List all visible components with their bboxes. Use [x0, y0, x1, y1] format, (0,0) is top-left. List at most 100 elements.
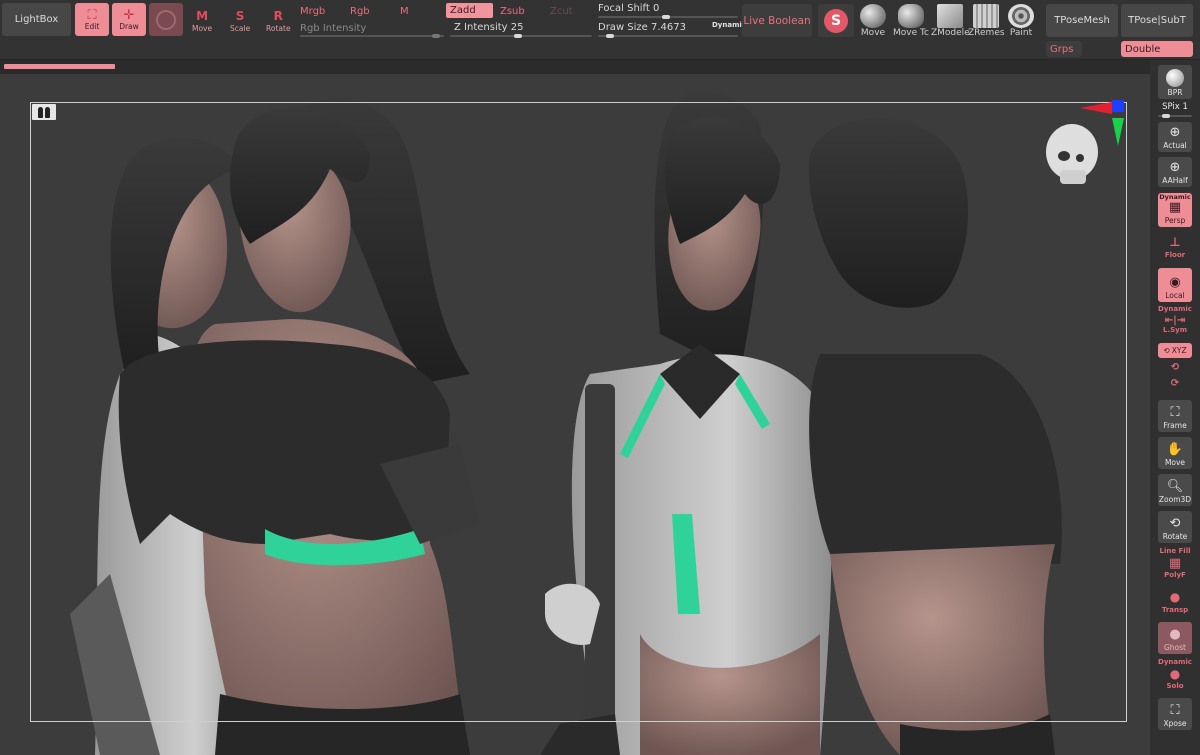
actual-button[interactable]: ⊕ Actual: [1158, 122, 1192, 152]
document-canvas[interactable]: [0, 74, 1150, 755]
hand-icon: ✋: [1166, 442, 1184, 457]
mrgb-toggle[interactable]: Mrgb: [296, 4, 329, 19]
persp-button[interactable]: Dynamic ▦ Persp: [1158, 193, 1192, 227]
linefill-label[interactable]: Line Fill: [1150, 547, 1200, 555]
spotlight-button[interactable]: S: [818, 4, 854, 37]
double-button[interactable]: Double: [1121, 41, 1193, 57]
draw-size-knob[interactable]: [606, 34, 614, 38]
double-label: Double: [1125, 43, 1161, 55]
focal-shift-slider[interactable]: [598, 15, 738, 19]
spix-slider[interactable]: [1158, 114, 1192, 118]
solo-dynamic-label: Dynamic: [1158, 658, 1192, 666]
zsub-toggle[interactable]: Zsub: [496, 4, 529, 19]
zmodeler-cube-icon: [937, 4, 964, 28]
spix-knob[interactable]: [1162, 114, 1170, 118]
brush-zremesher[interactable]: ZRemes: [968, 4, 1005, 38]
lsym-dynamic-label: Dynamic: [1158, 305, 1192, 313]
local-icon: ◉: [1169, 275, 1181, 290]
right-shelf: BPR SPix 1 ⊕ Actual ⊕ AAHalf Dynamic ▦ P…: [1150, 60, 1200, 755]
frame-button[interactable]: ⛶ Frame: [1158, 400, 1192, 432]
xyz-label: XYZ: [1171, 346, 1187, 355]
frame-icon: ⛶: [1170, 405, 1180, 420]
lightbox-label: LightBox: [14, 14, 59, 25]
xpose-icon: ⛶: [1170, 703, 1180, 718]
rotate-icon: R: [273, 9, 283, 23]
transp-icon: ●: [1169, 590, 1181, 604]
zoom3d-button[interactable]: 🔍︎ Zoom3D: [1158, 474, 1192, 506]
brush-zmodeler-label: ZModele: [931, 28, 970, 38]
brush-move-topo-icon: [897, 4, 924, 28]
rotate-tool[interactable]: R Rotate: [266, 8, 291, 33]
draw-size-slider[interactable]: [598, 34, 738, 38]
brush-paint[interactable]: Paint: [1008, 4, 1034, 38]
m-toggle[interactable]: M: [396, 4, 413, 19]
edit-label: Edit: [84, 21, 100, 31]
tposemesh-button[interactable]: TPoseMesh: [1046, 4, 1118, 37]
lightbox-button[interactable]: LightBox: [2, 3, 71, 36]
z-intensity-knob[interactable]: [514, 34, 522, 38]
rotate-y-icon[interactable]: ⟲: [1150, 362, 1200, 373]
polyf-button[interactable]: PolyF: [1150, 571, 1200, 579]
transp-button[interactable]: Transp: [1150, 606, 1200, 614]
floor-icon: ⊥: [1169, 235, 1181, 249]
y-axis-arrow: [1112, 118, 1124, 146]
tpose-subt-label: TPose|SubT: [1128, 15, 1186, 26]
draw-label: Draw: [119, 21, 139, 31]
brush-zmodeler[interactable]: ZModele: [931, 4, 970, 38]
live-boolean-button[interactable]: Live Boolean: [742, 4, 812, 37]
actual-icon: ⊕: [1169, 125, 1181, 140]
edit-button[interactable]: ⛶ Edit: [75, 3, 109, 36]
draw-button[interactable]: ✛ Draw: [112, 3, 146, 36]
focal-shift-label: Focal Shift 0: [598, 3, 660, 14]
brush-move[interactable]: Move: [860, 4, 886, 38]
focal-shift-knob[interactable]: [662, 15, 670, 19]
rgb-toggle[interactable]: Rgb: [346, 4, 374, 19]
zcut-toggle[interactable]: Zcut: [546, 4, 577, 19]
rotate-view-icon: ⟲: [1169, 516, 1181, 531]
aahalf-label: AAHalf: [1162, 176, 1188, 185]
live-boolean-label: Live Boolean: [743, 14, 811, 27]
move-tool[interactable]: M Move: [192, 8, 212, 33]
xyz-button[interactable]: ⟲ XYZ: [1158, 343, 1192, 358]
tpose-subt-button[interactable]: TPose|SubT: [1121, 4, 1193, 37]
canvas-frame: [30, 102, 1127, 722]
actual-label: Actual: [1163, 141, 1187, 150]
rotate-view-button[interactable]: ⟲ Rotate: [1158, 511, 1192, 543]
brush-paint-label: Paint: [1009, 28, 1033, 38]
scale-tool[interactable]: S Scale: [230, 8, 250, 33]
solo-button[interactable]: Solo: [1150, 682, 1200, 690]
polyf-grid-icon: ▦: [1168, 556, 1182, 571]
local-button[interactable]: ◉ Local: [1158, 268, 1192, 302]
brush-move-topo[interactable]: Move Tc: [893, 4, 929, 38]
dynamic-label[interactable]: Dynamic: [712, 21, 746, 29]
rotate-tool-label: Rotate: [266, 24, 291, 33]
bpr-label: BPR: [1167, 88, 1183, 97]
draw-icon: ✛: [123, 7, 135, 23]
spix-label[interactable]: SPix 1: [1150, 102, 1200, 112]
rgb-intensity-knob[interactable]: [432, 34, 440, 38]
persp-grid-icon: ▦: [1168, 200, 1182, 215]
lsym-button[interactable]: L.Sym: [1150, 326, 1200, 334]
rotate-z-icon[interactable]: ⟳: [1150, 378, 1200, 389]
xyz-icon: ⟲: [1163, 346, 1170, 355]
z-intensity-slider[interactable]: [450, 34, 592, 38]
zoom3d-label: Zoom3D: [1158, 495, 1192, 504]
rgb-intensity-slider[interactable]: [300, 34, 444, 38]
floor-button[interactable]: Floor: [1150, 251, 1200, 259]
ghost-button[interactable]: ● Ghost: [1158, 622, 1192, 654]
progress-bar: [4, 64, 115, 69]
xpose-button[interactable]: ⛶ Xpose: [1158, 698, 1192, 730]
brush-move-icon: [860, 4, 886, 28]
solo-icon: ●: [1169, 667, 1181, 681]
bpr-button[interactable]: BPR: [1158, 65, 1192, 99]
aahalf-button[interactable]: ⊕ AAHalf: [1158, 157, 1192, 187]
grps-button[interactable]: Grps: [1046, 41, 1082, 57]
sculptris-icon: [156, 9, 176, 30]
move-view-label: Move: [1164, 458, 1186, 467]
move-view-button[interactable]: ✋ Move: [1158, 437, 1192, 469]
sculptris-button[interactable]: [149, 3, 183, 36]
orientation-gizmo[interactable]: [1040, 100, 1130, 210]
lightbox-people-icon[interactable]: [32, 104, 56, 120]
zadd-toggle[interactable]: Zadd: [446, 3, 493, 18]
edit-icon: ⛶: [87, 7, 97, 23]
